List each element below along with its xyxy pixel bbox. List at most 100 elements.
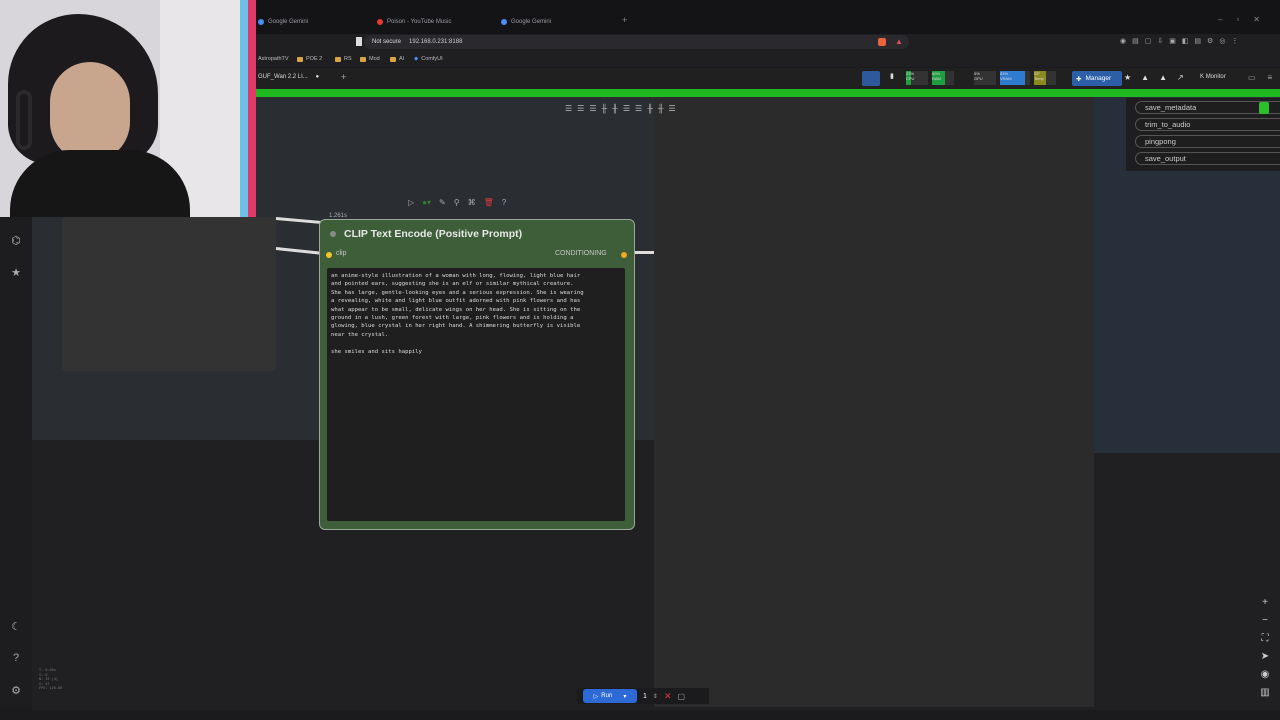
new-tab-button[interactable]: + (622, 15, 627, 25)
panel-toggle-icons[interactable]: ▭≡ (1248, 73, 1280, 82)
bookmark-label: Mod (369, 56, 380, 62)
play-icon: ▷ (593, 693, 599, 700)
person-face (50, 62, 130, 162)
toggle-icon[interactable] (1259, 102, 1269, 114)
ram-label: RAM (932, 76, 941, 81)
gpu-monitor: 0% GPU 83% VRAM 53° Temp (974, 71, 1064, 85)
model-library-icon[interactable]: ⌬ (9, 234, 23, 248)
bookmark-item[interactable]: ◆ ComfyUI (414, 56, 443, 62)
gpu-label: GPU (974, 76, 983, 81)
webcam-light-pink (248, 0, 256, 217)
bookmark-icon[interactable] (356, 37, 362, 46)
fit-view-icon[interactable]: ⛶ (1258, 633, 1272, 647)
brave-rewards-icon[interactable]: ▲ (895, 37, 903, 46)
browser-tab[interactable]: Google Gemini (501, 14, 551, 30)
node-card-partial[interactable] (62, 217, 276, 371)
bookmark-item[interactable]: AI (390, 56, 404, 62)
omnibox[interactable]: Not secure 192.168.0.231:8188 ▲ (364, 35, 909, 49)
delete-icon[interactable]: 🗑 (484, 198, 494, 207)
cpu-label: CPU (906, 76, 915, 81)
progress-bar (256, 89, 1280, 97)
bookmark-label: RS (344, 56, 352, 62)
stat-line: FPS: 120.66 (39, 686, 63, 691)
ram-meter: 60% RAM (932, 71, 954, 85)
info-icon[interactable]: ? (502, 198, 506, 207)
bookmark-label: AstropathTV (258, 56, 289, 62)
option-label: trim_to_audio (1145, 120, 1191, 129)
zoom-in-icon[interactable]: + (1258, 597, 1272, 611)
browser-tab[interactable]: Google Gemini (258, 14, 308, 30)
monitor-icon: K (1200, 74, 1205, 80)
input-slot-dot[interactable] (326, 252, 332, 258)
new-workflow-button[interactable]: + (341, 72, 346, 82)
browser-tab[interactable]: Poison - YouTube Music (377, 14, 451, 30)
batch-count[interactable]: 1 (643, 693, 647, 700)
toolbar-icons[interactable]: ★▲▲↗ (1124, 73, 1194, 82)
cancel-icon[interactable]: ✕ (664, 691, 672, 702)
pin-icon[interactable]: ⚲ (454, 198, 460, 207)
option-trim-to-audio[interactable]: trim_to_audio (1135, 118, 1280, 131)
queue-icon[interactable] (862, 71, 880, 86)
option-label: pingpong (1145, 137, 1176, 146)
monitor-label: Monitor (1205, 74, 1226, 80)
resource-monitor: 23% CPU 60% RAM (906, 71, 954, 85)
bookmark-item[interactable]: POE 2 (297, 56, 322, 62)
browser-extension-icons[interactable]: ◉▤▢⇩▣◧▤⚙◎⋮ (1120, 37, 1270, 47)
bookmark-item[interactable]: RS (335, 56, 352, 62)
vram-meter: 83% VRAM (1000, 71, 1030, 85)
visibility-icon[interactable]: ◉ (1258, 669, 1272, 683)
youtube-music-icon (377, 19, 383, 25)
option-pingpong[interactable]: pingpong (1135, 135, 1280, 148)
window-controls[interactable]: –▫✕ (1218, 15, 1274, 24)
edit-icon[interactable]: ✎ (439, 198, 446, 207)
align-toolbar[interactable]: ☰☰☰╫╫☰☰╫╫☰ (565, 104, 681, 113)
person-shoulders (10, 150, 190, 217)
collapse-dot-icon[interactable] (330, 231, 336, 237)
workflow-tab-label: GUF_Wan 2.2 LI... (258, 74, 308, 80)
folder-icon (335, 56, 341, 62)
chevron-down-icon: ▾ (623, 693, 627, 700)
output-slot-dot[interactable] (621, 252, 627, 258)
comfyui-menu-bar: GUF_Wan 2.2 LI... ● + ▮ 23% CPU 60% RAM 0%… (256, 68, 1280, 89)
help-icon[interactable]: ? (9, 652, 23, 666)
prompt-textarea[interactable]: an anime-style illustration of a woman w… (327, 268, 625, 521)
security-indicator[interactable]: Not secure (372, 39, 401, 45)
run-button[interactable]: ▷ Run ▾ (583, 689, 637, 703)
node-title[interactable]: CLIP Text Encode (Positive Prompt) (344, 228, 522, 240)
temp-meter: 53° Temp (1034, 71, 1056, 85)
unsaved-dot-icon: ● (315, 74, 320, 80)
folder-icon (360, 56, 366, 62)
stepper-icon[interactable]: ⇕ (653, 693, 658, 700)
input-slot-label: clip (336, 250, 347, 257)
temp-label: Temp (1034, 76, 1044, 81)
bypass-icon[interactable]: ⌘ (468, 198, 476, 207)
select-mode-icon[interactable]: ➤ (1258, 651, 1272, 665)
manager-button[interactable]: ✚ Manager (1072, 71, 1122, 86)
stop-icon[interactable]: ▢ (677, 692, 685, 701)
color-picker-icon[interactable]: ●▾ (422, 198, 431, 207)
comfyui-icon: ◆ (414, 56, 419, 62)
headphones (16, 90, 32, 150)
option-save-output[interactable]: save_output (1135, 152, 1280, 165)
group-area-right (654, 97, 1094, 707)
tab-label: Poison - YouTube Music (387, 19, 452, 25)
cpu-meter: 23% CPU (906, 71, 928, 85)
workflow-tab[interactable]: GUF_Wan 2.2 LI... ● (258, 74, 319, 80)
output-slot-label: CONDITIONING (555, 250, 607, 257)
bookmark-label: ComfyUI (421, 56, 443, 62)
monitor-button[interactable]: K Monitor (1200, 74, 1226, 80)
play-icon[interactable]: ▷ (408, 198, 414, 207)
bookmark-item[interactable]: AstropathTV (258, 56, 289, 62)
bookmark-item[interactable]: Mod (360, 56, 380, 62)
run-label: Run (601, 693, 613, 699)
favorites-icon[interactable]: ★ (9, 266, 23, 280)
settings-icon[interactable]: ⚙ (9, 684, 23, 698)
minimap-icon[interactable]: ▥ (1258, 687, 1272, 701)
option-label: save_output (1145, 154, 1186, 163)
url-text[interactable]: 192.168.0.231:8188 (409, 39, 462, 45)
bookmark-icon[interactable]: ▮ (890, 72, 894, 80)
zoom-out-icon[interactable]: − (1258, 615, 1272, 629)
brave-shield-icon[interactable] (878, 38, 886, 46)
folder-icon (390, 56, 396, 62)
theme-toggle-icon[interactable]: ☾ (9, 620, 23, 634)
